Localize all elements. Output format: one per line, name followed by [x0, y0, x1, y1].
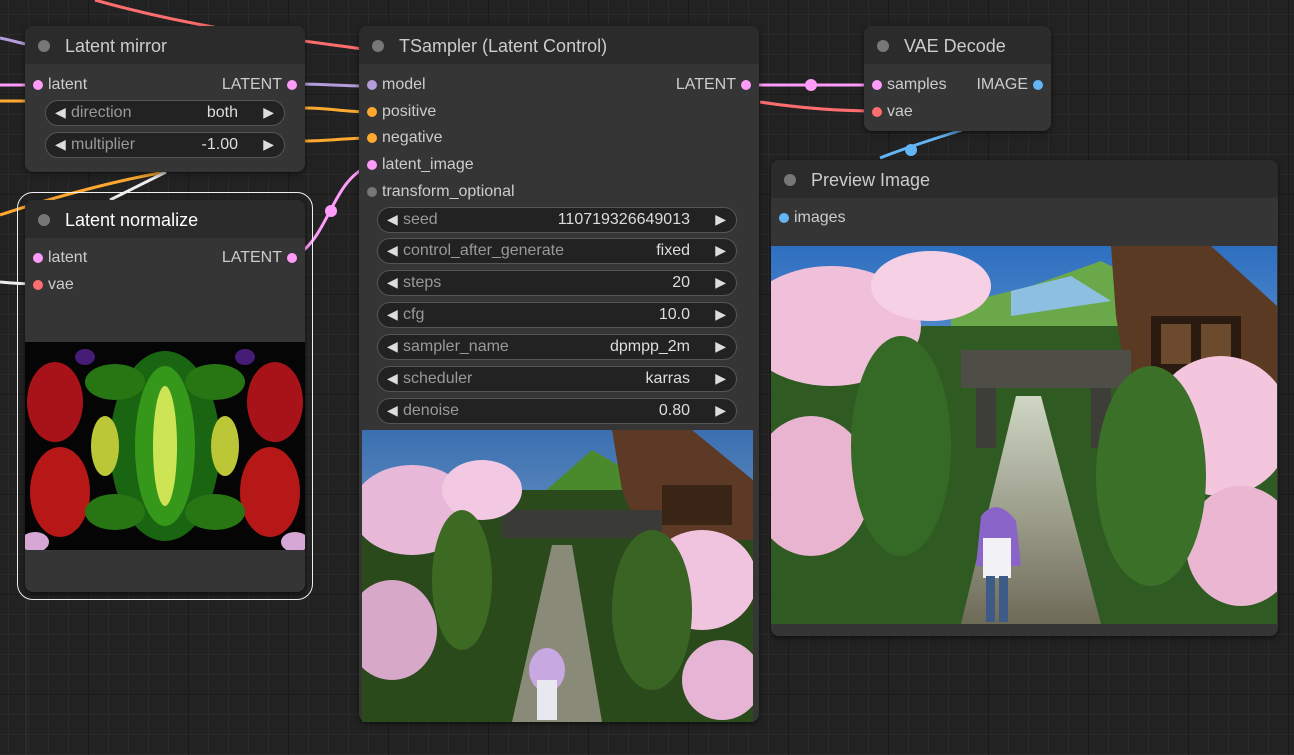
- cfg-widget[interactable]: ◀ cfg 10.0 ▶: [377, 302, 737, 328]
- conditioning-dot-icon[interactable]: [367, 133, 377, 143]
- vae-decode-node[interactable]: VAE Decode samples IMAGE vae: [864, 26, 1051, 131]
- scheduler-widget[interactable]: ◀ scheduler karras ▶: [377, 366, 737, 392]
- node-title: Preview Image: [811, 170, 931, 190]
- abstract-latent-preview: [25, 342, 305, 550]
- sampler-preview-art: [362, 430, 753, 722]
- decrement-arrow-icon[interactable]: ◀: [55, 104, 66, 121]
- node-title-bar[interactable]: TSampler (Latent Control): [359, 26, 759, 64]
- latent-dot-icon[interactable]: [33, 253, 43, 263]
- latent-dot-icon[interactable]: [741, 80, 751, 90]
- decrement-arrow-icon[interactable]: ◀: [387, 274, 398, 291]
- node-title-bar[interactable]: Latent normalize: [25, 200, 305, 238]
- node-title: TSampler (Latent Control): [399, 36, 608, 56]
- node-title: Latent mirror: [65, 36, 168, 56]
- increment-arrow-icon[interactable]: ▶: [715, 370, 726, 387]
- increment-arrow-icon[interactable]: ▶: [715, 402, 726, 419]
- link-midpoint-samples: [805, 79, 817, 91]
- collapse-dot-icon[interactable]: [877, 40, 889, 52]
- increment-arrow-icon[interactable]: ▶: [715, 242, 726, 259]
- direction-widget[interactable]: ◀ direction both ▶: [45, 100, 285, 126]
- conditioning-dot-icon[interactable]: [367, 107, 377, 117]
- node-title: VAE Decode: [904, 36, 1006, 56]
- increment-arrow-icon[interactable]: ▶: [263, 104, 274, 121]
- link-vae: [759, 100, 878, 113]
- steps-widget[interactable]: ◀ steps 20 ▶: [377, 270, 737, 296]
- sampler-output-preview: [362, 430, 753, 722]
- image-dot-icon[interactable]: [1033, 80, 1043, 90]
- optional-dot-icon[interactable]: [367, 187, 377, 197]
- decrement-arrow-icon[interactable]: ◀: [387, 242, 398, 259]
- vae-dot-icon[interactable]: [33, 280, 43, 290]
- collapse-dot-icon[interactable]: [38, 214, 50, 226]
- collapse-dot-icon[interactable]: [38, 40, 50, 52]
- decrement-arrow-icon[interactable]: ◀: [387, 402, 398, 419]
- latent-dot-icon[interactable]: [872, 80, 882, 90]
- latent-normalize-node[interactable]: Latent normalize latent LATENT vae: [17, 192, 313, 600]
- multiplier-widget[interactable]: ◀ multiplier -1.00 ▶: [45, 132, 285, 158]
- node-title: Latent normalize: [65, 210, 199, 230]
- increment-arrow-icon[interactable]: ▶: [715, 211, 726, 228]
- collapse-dot-icon[interactable]: [372, 40, 384, 52]
- sampler-name-widget[interactable]: ◀ sampler_name dpmpp_2m ▶: [377, 334, 737, 360]
- decoded-preview-art: [771, 246, 1277, 624]
- link-midpoint-images: [905, 144, 917, 156]
- node-title-bar[interactable]: VAE Decode: [864, 26, 1051, 64]
- node-title-bar[interactable]: Preview Image: [771, 160, 1278, 198]
- node-title-bar[interactable]: Latent mirror: [25, 26, 305, 64]
- image-dot-icon[interactable]: [779, 213, 789, 223]
- decrement-arrow-icon[interactable]: ◀: [387, 338, 398, 355]
- decoded-image-preview[interactable]: [771, 246, 1277, 624]
- decrement-arrow-icon[interactable]: ◀: [387, 370, 398, 387]
- collapse-dot-icon[interactable]: [784, 174, 796, 186]
- link-images: [879, 128, 963, 160]
- increment-arrow-icon[interactable]: ▶: [715, 338, 726, 355]
- tsampler-node[interactable]: TSampler (Latent Control) model LATENT p…: [359, 26, 759, 722]
- increment-arrow-icon[interactable]: ▶: [715, 274, 726, 291]
- increment-arrow-icon[interactable]: ▶: [263, 136, 274, 153]
- control-after-generate-widget[interactable]: ◀ control_after_generate fixed ▶: [377, 238, 737, 264]
- model-dot-icon[interactable]: [367, 80, 377, 90]
- decrement-arrow-icon[interactable]: ◀: [387, 211, 398, 228]
- latent-dot-icon[interactable]: [367, 160, 377, 170]
- latent-dot-icon[interactable]: [287, 80, 297, 90]
- preview-image-node[interactable]: Preview Image images: [771, 160, 1278, 636]
- vae-dot-icon[interactable]: [872, 107, 882, 117]
- link-midpoint: [325, 205, 337, 217]
- decrement-arrow-icon[interactable]: ◀: [55, 136, 66, 153]
- link-white-upper: [109, 170, 167, 202]
- latent-dot-icon[interactable]: [287, 253, 297, 263]
- seed-widget[interactable]: ◀ seed 110719326649013 ▶: [377, 207, 737, 233]
- denoise-widget[interactable]: ◀ denoise 0.80 ▶: [377, 398, 737, 424]
- latent-dot-icon[interactable]: [33, 80, 43, 90]
- latent-preview-art: [25, 342, 305, 550]
- decrement-arrow-icon[interactable]: ◀: [387, 306, 398, 323]
- latent-mirror-node[interactable]: Latent mirror latent LATENT ◀ direction …: [25, 26, 305, 172]
- increment-arrow-icon[interactable]: ▶: [715, 306, 726, 323]
